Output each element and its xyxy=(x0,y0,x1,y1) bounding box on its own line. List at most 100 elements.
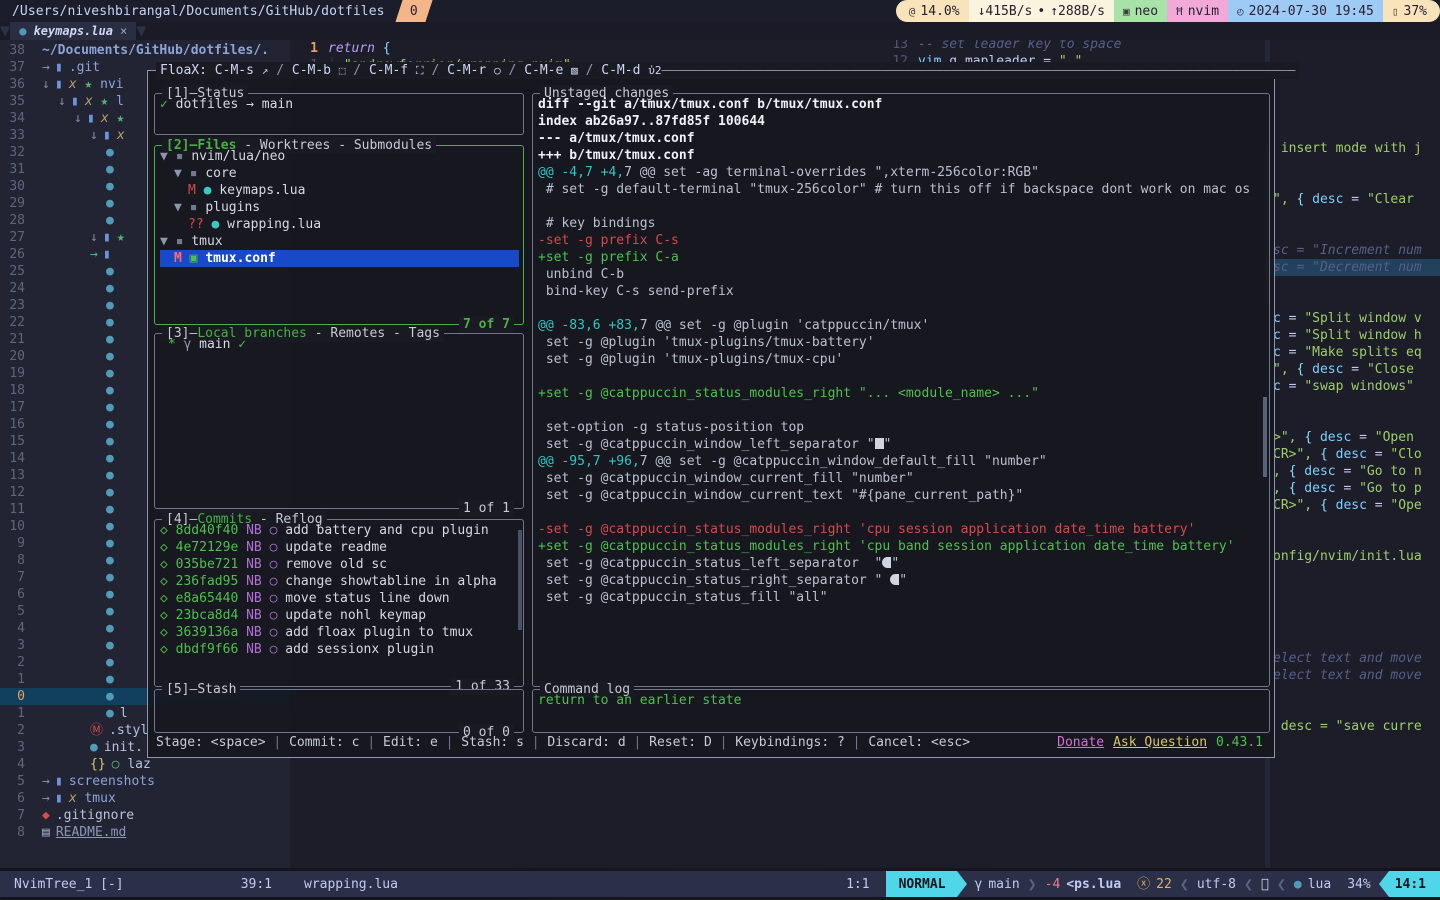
floax-binding-key[interactable]: C-M-b xyxy=(292,63,331,78)
file-row[interactable]: ▼ ▪ core xyxy=(160,165,519,182)
panel-body-commits[interactable]: ◇ 8dd40f40 NB ○ add battery and cpu plug… xyxy=(160,522,519,684)
tree-item-label[interactable]: screenshots xyxy=(69,773,155,790)
tree-expand-arrow-icon[interactable]: → xyxy=(42,773,55,790)
commit-message[interactable]: update readme xyxy=(285,540,387,555)
file-collapse-icon[interactable]: ▼ xyxy=(174,166,190,181)
footer-hint[interactable]: Stage: <space> xyxy=(156,735,266,750)
lazygit-app[interactable]: [1]–Status ✓ dotfiles → main [2]–Files -… xyxy=(154,77,1270,753)
statusline-branch[interactable]: γ main xyxy=(967,871,1028,897)
commit-message[interactable]: update nohl keymap xyxy=(285,608,426,623)
commit-row[interactable]: ◇ 236fad95 NB ○ change showtabline in al… xyxy=(160,573,519,590)
file-row[interactable]: ▼ ▪ plugins xyxy=(160,199,519,216)
footer-hint[interactable]: Keybindings: ? xyxy=(735,735,845,750)
donate-link[interactable]: Donate xyxy=(1057,734,1104,751)
file-name[interactable]: nvim/lua/neo xyxy=(191,149,285,164)
commit-row[interactable]: ◇ 23bca8d4 NB ○ update nohl keymap xyxy=(160,607,519,624)
diff-scrollbar-thumb[interactable] xyxy=(1263,397,1267,477)
floax-binding-key[interactable]: C-M-s xyxy=(215,63,254,78)
tree-expand-arrow-icon[interactable]: ↓ xyxy=(58,93,71,110)
tree-expand-arrow-icon[interactable]: → xyxy=(90,246,103,263)
tree-item-label[interactable]: laz xyxy=(127,756,150,773)
tree-expand-arrow-icon[interactable]: → xyxy=(42,59,55,76)
tree-expand-arrow-icon[interactable]: ↓ xyxy=(90,127,103,144)
code-buffer-right-strip[interactable]: insert mode with j ", { desc = "Clear sc =… xyxy=(1265,40,1440,868)
tree-item-label[interactable]: l xyxy=(116,93,124,110)
file-name[interactable]: plugins xyxy=(205,200,260,215)
commit-message[interactable]: move status line down xyxy=(285,591,449,606)
footer-hint[interactable]: Discard: d xyxy=(547,735,625,750)
file-name[interactable]: keymaps.lua xyxy=(219,183,305,198)
commit-message[interactable]: add sessionx plugin xyxy=(285,642,434,657)
panel-body-files[interactable]: ▼ ▪ nvim/lua/neo ▼ ▪ core M ● keymaps.lua ▼… xyxy=(160,148,519,322)
tree-row[interactable]: 6 → ▮ x tmux xyxy=(0,790,290,807)
tree-row[interactable]: 38 ~/Documents/GitHub/dotfiles/. xyxy=(0,42,290,59)
tree-expand-arrow-icon[interactable]: → xyxy=(42,790,55,807)
statusline-diagnostics[interactable]: ⓧ 22 xyxy=(1129,871,1180,897)
tree-expand-arrow-icon[interactable]: ↓ xyxy=(42,76,55,93)
tmux-window-index[interactable]: 0 xyxy=(394,0,432,22)
file-row[interactable]: M ● keymaps.lua xyxy=(160,182,519,199)
lazygit-panel-command-log[interactable]: Command log return to an earlier state xyxy=(532,681,1270,733)
tree-item-label[interactable]: ~/Documents/GitHub/dotfiles/. xyxy=(42,42,269,59)
tree-item-label[interactable]: README.md xyxy=(56,824,126,841)
close-icon[interactable]: × xyxy=(120,23,127,40)
status-row[interactable]: ✓ dotfiles → main xyxy=(160,96,519,113)
commit-message[interactable]: remove old sc xyxy=(285,557,387,572)
floax-binding-key[interactable]: C-M-r xyxy=(447,63,486,78)
file-name[interactable]: tmux xyxy=(191,234,222,249)
lazygit-panel-stash[interactable]: [5]–Stash 0 of 0 xyxy=(154,681,524,741)
tree-item-label[interactable]: nvi xyxy=(100,76,123,93)
diff-scrollbar[interactable] xyxy=(1263,97,1267,689)
footer-hint[interactable]: Reset: D xyxy=(649,735,712,750)
file-name[interactable]: core xyxy=(205,166,236,181)
floax-binding-key[interactable]: C-M-d xyxy=(601,63,640,78)
file-name[interactable]: wrapping.lua xyxy=(227,217,321,232)
file-row[interactable]: ▼ ▪ nvim/lua/neo xyxy=(160,148,519,165)
branch-row[interactable]: * γ main ✓ xyxy=(160,336,519,353)
file-row[interactable]: ▼ ▪ tmux xyxy=(160,233,519,250)
commit-row[interactable]: ◇ e8a65440 NB ○ move status line down xyxy=(160,590,519,607)
panel-body-diff[interactable]: diff --git a/tmux/tmux.conf b/tmux/tmux.… xyxy=(538,96,1265,684)
commit-message[interactable]: add floax plugin to tmux xyxy=(285,625,473,640)
lazygit-panel-status[interactable]: [1]–Status ✓ dotfiles → main xyxy=(154,85,524,135)
tree-row[interactable]: 5 → ▮ screenshots xyxy=(0,773,290,790)
lazygit-panel-branches[interactable]: [3]–Local branches - Remotes - Tags * γ … xyxy=(154,325,524,517)
tree-item-label[interactable]: l xyxy=(120,705,128,722)
commit-message[interactable]: add battery and cpu plugin xyxy=(285,523,489,538)
footer-hint[interactable]: Edit: e xyxy=(383,735,438,750)
tree-expand-arrow-icon[interactable]: ↓ xyxy=(90,229,103,246)
ask-question-link[interactable]: Ask Question xyxy=(1113,734,1207,751)
lazygit-panel-files[interactable]: [2]–Files - Worktrees - Submodules ▼ ▪ n… xyxy=(154,137,524,333)
tree-expand-arrow-icon[interactable]: ↓ xyxy=(74,110,87,127)
branch-name[interactable]: main xyxy=(199,337,230,352)
commit-message[interactable]: change showtabline in alpha xyxy=(285,574,496,589)
footer-hint[interactable]: Commit: c xyxy=(289,735,359,750)
floax-binding-key[interactable]: C-M-e xyxy=(524,63,563,78)
lazygit-panel-commits[interactable]: [4]–Commits - Reflog ◇ 8dd40f40 NB ○ add… xyxy=(154,511,524,695)
commits-scrollbar-thumb[interactable] xyxy=(518,530,522,630)
tree-item-label[interactable]: .styl xyxy=(109,722,148,739)
commit-row[interactable]: ◇ 8dd40f40 NB ○ add battery and cpu plug… xyxy=(160,522,519,539)
file-name[interactable]: tmux.conf xyxy=(205,251,275,266)
tab-keymaps-lua[interactable]: ● keymaps.lua × xyxy=(10,22,137,40)
tree-item-label[interactable]: init. xyxy=(104,739,143,756)
file-collapse-icon[interactable]: ▼ xyxy=(174,200,190,215)
tree-row[interactable]: 7 ◆ .gitignore xyxy=(0,807,290,824)
tree-item-label[interactable]: tmux xyxy=(84,790,115,807)
file-collapse-icon[interactable]: ▼ xyxy=(160,149,176,164)
footer-hint[interactable]: Stash: s xyxy=(461,735,524,750)
lazygit-panel-diff[interactable]: Unstaged changes diff --git a/tmux/tmux.… xyxy=(532,85,1270,689)
footer-hint[interactable]: Cancel: <esc> xyxy=(868,735,970,750)
commit-row[interactable]: ◇ 3639136a NB ○ add floax plugin to tmux xyxy=(160,624,519,641)
tree-row[interactable]: 8 ▤ README.md xyxy=(0,824,290,841)
file-row[interactable]: M ▣ tmux.conf xyxy=(160,250,519,267)
file-collapse-icon[interactable]: ▼ xyxy=(160,234,176,249)
commit-row[interactable]: ◇ 035be721 NB ○ remove old sc xyxy=(160,556,519,573)
tree-item-label[interactable]: .gitignore xyxy=(56,807,134,824)
tree-item-label[interactable]: .git xyxy=(69,59,100,76)
floax-binding-key[interactable]: C-M-f xyxy=(369,63,408,78)
commit-row[interactable]: ◇ 4e72129e NB ○ update readme xyxy=(160,539,519,556)
file-row[interactable]: ?? ● wrapping.lua xyxy=(160,216,519,233)
panel-body-branches[interactable]: * γ main ✓ xyxy=(160,336,519,506)
commit-row[interactable]: ◇ dbdf9f66 NB ○ add sessionx plugin xyxy=(160,641,519,658)
